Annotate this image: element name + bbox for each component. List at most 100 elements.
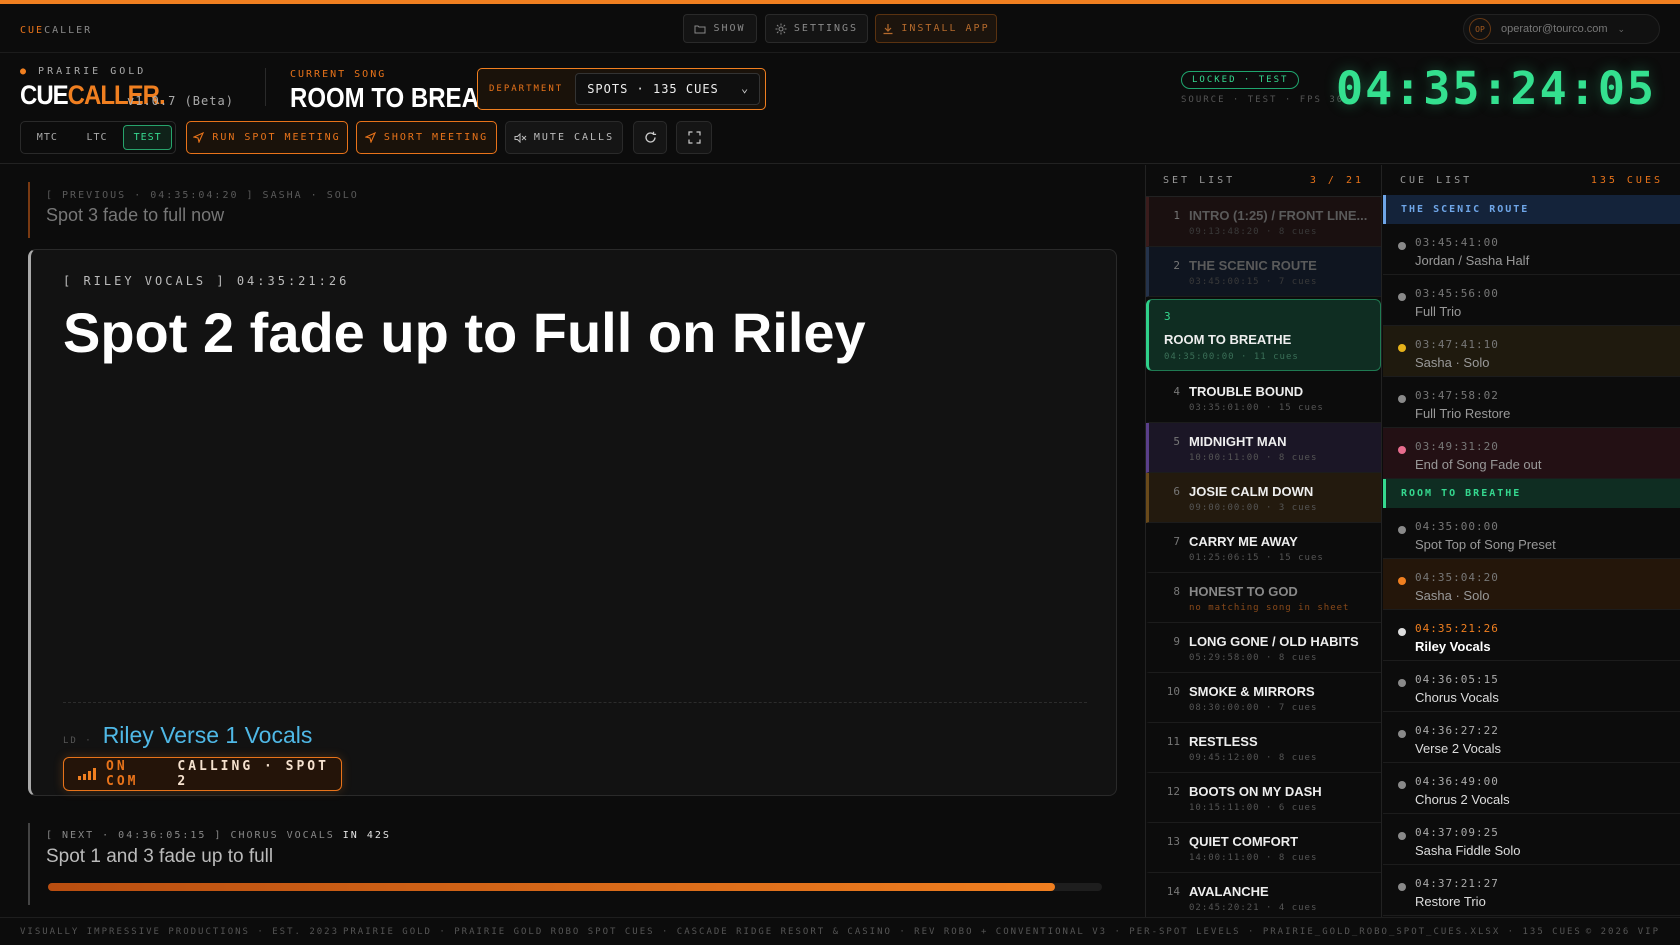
cue-status-dot [1398,344,1406,352]
cue-list-header: CUE LIST 135 CUES [1383,165,1680,197]
signal-icon [78,768,96,780]
current-cue-card: [ RILEY VOCALS ] 04:35:21:26 Spot 2 fade… [28,249,1117,796]
cue-list-item[interactable]: 04:35:00:00 Spot Top of Song Preset [1383,508,1680,559]
cue-section-header: ROOM TO BREATHE [1383,479,1680,508]
cue-name: Verse 2 Vocals [1415,741,1501,756]
set-list-item[interactable]: 2 THE SCENIC ROUTE 03:45:00:15 · 7 cues [1146,247,1381,297]
set-list-item-meta: 04:35:00:00 · 11 cues [1164,352,1299,362]
set-list-item[interactable]: 9 LONG GONE / OLD HABITS 05:29:58:00 · 8 c… [1146,623,1381,673]
set-list-item-meta: 09:13:48:20 · 8 cues [1189,227,1318,237]
set-list-count: 3 / 21 [1309,175,1364,186]
run-spot-meeting-button[interactable]: RUN SPOT MEETING [186,121,348,154]
cue-name: Sasha · Solo [1415,355,1490,370]
timecode-mode-toggle: MTC LTC TEST [20,121,176,154]
top-bar: CUECALLER SHOW SETTINGS INSTALL APP OP o… [0,4,1680,53]
set-list-item[interactable]: 10 SMOKE & MIRRORS 08:30:00:00 · 7 cues [1146,673,1381,723]
settings-button[interactable]: SETTINGS [765,14,868,43]
next-cue-text: Spot 1 and 3 fade up to full [46,846,274,867]
cue-status-dot [1398,730,1406,738]
set-list-item-meta: 09:45:12:00 · 8 cues [1189,753,1318,763]
current-song-label: CURRENT SONG [290,69,387,80]
cue-list-item[interactable]: 04:37:09:25 Sasha Fiddle Solo [1383,814,1680,865]
set-list-item[interactable]: 1 INTRO (1:25) / FRONT LINE... 09:13:48:20… [1146,197,1381,247]
cue-list-item[interactable]: 04:37:21:27 Restore Trio [1383,865,1680,916]
cue-time: 04:35:21:26 [1415,622,1499,635]
cue-time: 04:35:00:00 [1415,520,1499,533]
next-cue-progress-fill [48,883,1055,891]
settings-button-label: SETTINGS [793,23,859,34]
cue-status-dot [1398,781,1406,789]
cue-list-item[interactable]: 03:45:41:00 Jordan / Sasha Half [1383,224,1680,275]
set-list-item-meta: 05:29:58:00 · 8 cues [1189,653,1318,663]
cue-status-dot [1398,526,1406,534]
install-app-button[interactable]: INSTALL APP [875,14,997,43]
cue-list-item[interactable]: 04:35:04:20 Sasha · Solo [1383,559,1680,610]
mute-calls-label: MUTE CALLS [533,132,615,143]
cue-list-item[interactable]: 04:36:27:22 Verse 2 Vocals [1383,712,1680,763]
refresh-button[interactable] [633,121,667,154]
set-list-item[interactable]: 12 BOOTS ON MY DASH 10:15:11:00 · 6 cues [1146,773,1381,823]
cue-status-dot [1398,577,1406,585]
cue-status-dot [1398,628,1406,636]
set-list-item-title: HONEST TO GOD [1189,584,1298,599]
cue-status-dot [1398,446,1406,454]
fullscreen-button[interactable] [676,121,712,154]
cue-name: Jordan / Sasha Half [1415,253,1530,268]
set-list-item[interactable]: 13 QUIET COMFORT 14:00:11:00 · 8 cues [1146,823,1381,873]
cue-list-item[interactable]: 03:45:56:00 Full Trio [1383,275,1680,326]
cue-name: Sasha Fiddle Solo [1415,843,1521,858]
set-list-item-meta: 03:45:00:15 · 7 cues [1189,277,1318,287]
short-meeting-button[interactable]: SHORT MEETING [356,121,497,154]
set-list-item[interactable]: 11 RESTLESS 09:45:12:00 · 8 cues [1146,723,1381,773]
previous-cue-meta: [ PREVIOUS · 04:35:04:20 ] SASHA · SOLO [46,190,359,201]
set-list-item-meta: 08:30:00:00 · 7 cues [1189,703,1318,713]
cue-list-item[interactable]: 03:47:58:02 Full Trio Restore [1383,377,1680,428]
current-cue-meta: [ RILEY VOCALS ] 04:35:21:26 [63,274,350,288]
band-name: PRAIRIE GOLD [38,66,147,77]
set-list-item[interactable]: 6 JOSIE CALM DOWN 09:00:00:00 · 3 cues [1146,473,1381,523]
cue-list-count: 135 CUES [1590,175,1663,186]
cue-time: 04:35:04:20 [1415,571,1499,584]
set-list-item[interactable]: 8 HONEST TO GOD no matching song in sheet [1146,573,1381,623]
set-list-item-title: CARRY ME AWAY [1189,534,1298,549]
mute-calls-button[interactable]: MUTE CALLS [505,121,623,154]
calling-label: CALLING · SPOT 2 [177,759,329,789]
cue-time: 03:45:41:00 [1415,236,1499,249]
set-list-item-meta: 10:00:11:00 · 8 cues [1189,453,1318,463]
cue-display: [ PREVIOUS · 04:35:04:20 ] SASHA · SOLO … [0,165,1145,917]
footer-copyright: © 2026 VIP [1585,926,1660,937]
mode-ltc[interactable]: LTC [74,125,121,150]
account-menu[interactable]: OP operator@tourco.com ⌄ [1463,14,1660,44]
department-value: SPOTS · 135 CUES [587,82,719,96]
mode-mtc[interactable]: MTC [24,125,71,150]
set-list-item-number: 7 [1173,535,1180,548]
app-brand-a: CUE [20,25,45,36]
show-button[interactable]: SHOW [683,14,757,43]
cue-status-dot [1398,293,1406,301]
cue-list-item[interactable]: 03:49:31:20 End of Song Fade out [1383,428,1680,479]
set-list-item-title: AVALANCHE [1189,884,1269,899]
set-list-item[interactable]: 4 TROUBLE BOUND 03:35:01:00 · 15 cues [1146,373,1381,423]
next-cue-countdown: IN 42S [342,830,391,841]
set-list-item[interactable]: 5 MIDNIGHT MAN 10:00:11:00 · 8 cues [1146,423,1381,473]
set-list-item-title: JOSIE CALM DOWN [1189,484,1314,499]
cue-time: 03:49:31:20 [1415,440,1499,453]
install-app-label: INSTALL APP [901,23,990,34]
mode-test[interactable]: TEST [123,125,173,150]
set-list-item[interactable]: 7 CARRY ME AWAY 01:25:06:15 · 15 cues [1146,523,1381,573]
cue-list-title: CUE LIST [1400,175,1473,186]
cue-list-item[interactable]: 04:36:49:00 Chorus 2 Vocals [1383,763,1680,814]
cue-list-item[interactable]: 04:36:05:15 Chorus Vocals [1383,661,1680,712]
department-label: DEPARTMENT [489,84,564,94]
set-list-item[interactable]: 3 ROOM TO BREATHE 04:35:00:00 · 11 cues [1146,299,1381,371]
cue-status-dot [1398,832,1406,840]
set-list-item-meta: 09:00:00:00 · 3 cues [1189,503,1318,513]
set-list-item-number: 5 [1173,435,1180,448]
set-list-item[interactable]: 14 AVALANCHE 02:45:20:21 · 4 cues [1146,873,1381,917]
cue-time: 03:45:56:00 [1415,287,1499,300]
on-com-badge: ON COM CALLING · SPOT 2 [63,757,342,791]
department-select[interactable]: SPOTS · 135 CUES ⌄ [575,73,761,105]
cue-list-item[interactable]: 04:35:21:26 Riley Vocals [1383,610,1680,661]
set-list-item-title: LONG GONE / OLD HABITS [1189,634,1359,649]
cue-list-item[interactable]: 03:47:41:10 Sasha · Solo [1383,326,1680,377]
